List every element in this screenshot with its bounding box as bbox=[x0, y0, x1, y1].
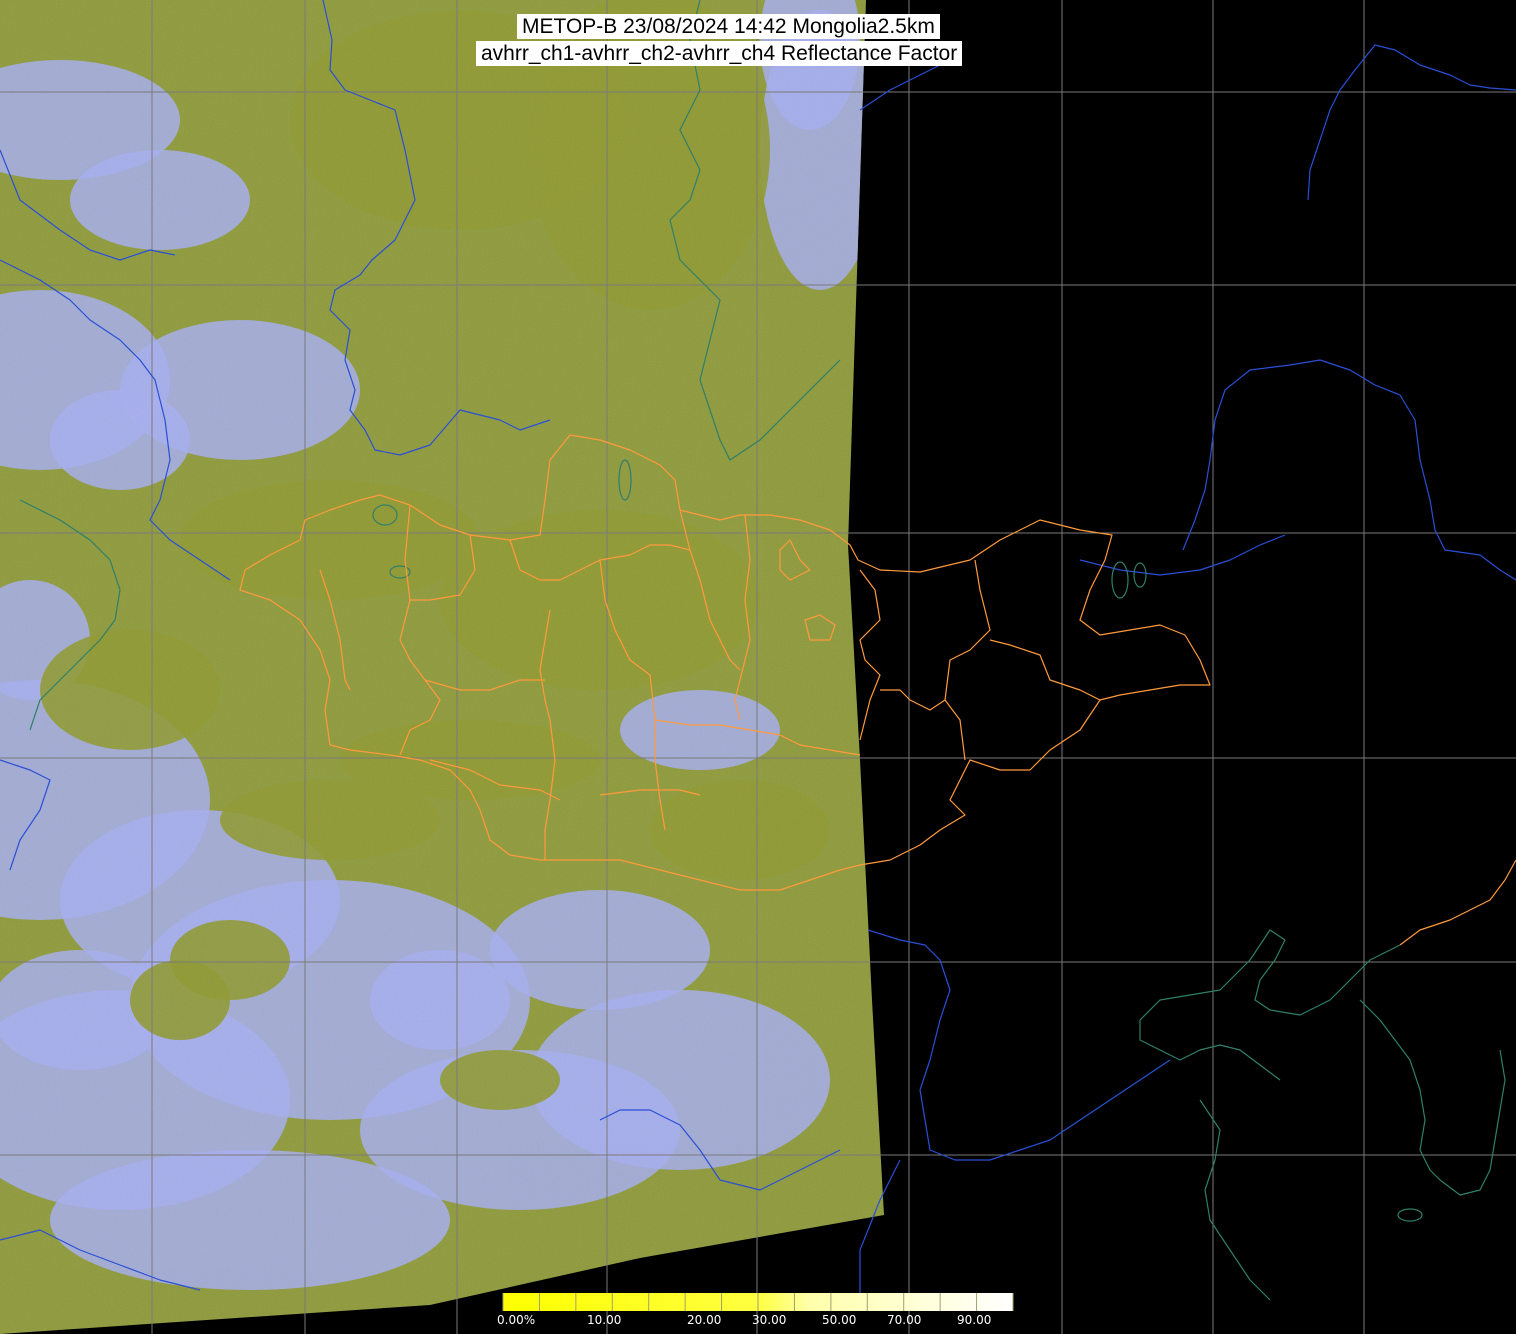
map-subtitle: avhrr_ch1-avhrr_ch2-avhrr_ch4 Reflectanc… bbox=[476, 41, 963, 66]
coastline-segment bbox=[1359, 999, 1441, 1181]
admin-boundary bbox=[880, 559, 991, 711]
colorbar-tick-label: 30.00 bbox=[752, 1313, 787, 1327]
satellite-swath bbox=[0, 0, 884, 1334]
lake-outline bbox=[1133, 562, 1147, 588]
map-layers bbox=[0, 0, 1516, 1334]
colorbar-tick-label: 70.00 bbox=[887, 1313, 922, 1327]
map-title: METOP-B 23/08/2024 14:42 Mongolia2.5km bbox=[517, 14, 940, 39]
coastline-segment bbox=[859, 59, 956, 111]
image-grain bbox=[0, 0, 884, 1334]
colorbar-tick-label: 50.00 bbox=[822, 1313, 857, 1327]
coastline-segment bbox=[1182, 359, 1516, 581]
coastline-segment bbox=[1139, 929, 1401, 1021]
coastline-segment bbox=[1139, 1020, 1281, 1081]
lake-outline bbox=[1111, 561, 1129, 599]
colorbar bbox=[502, 1293, 1014, 1311]
admin-boundary bbox=[859, 569, 881, 741]
coastline-segment bbox=[1399, 859, 1516, 946]
coastline-segment bbox=[1199, 1099, 1271, 1301]
colorbar-tick-label: 90.00 bbox=[957, 1313, 992, 1327]
colorbar-tick-label: 20.00 bbox=[687, 1313, 722, 1327]
lake-outline bbox=[1397, 1208, 1423, 1222]
coastline-segment bbox=[1307, 44, 1516, 201]
satellite-map: METOP-B 23/08/2024 14:42 Mongolia2.5km a… bbox=[0, 0, 1516, 1334]
colorbar-tick-label: 10.00 bbox=[587, 1313, 622, 1327]
coastline-segment bbox=[867, 929, 1171, 1161]
admin-boundary bbox=[944, 699, 966, 761]
coastline-segment bbox=[1439, 1049, 1506, 1196]
admin-boundary bbox=[989, 639, 1101, 701]
colorbar-tick-label: 0.00% bbox=[497, 1313, 536, 1327]
